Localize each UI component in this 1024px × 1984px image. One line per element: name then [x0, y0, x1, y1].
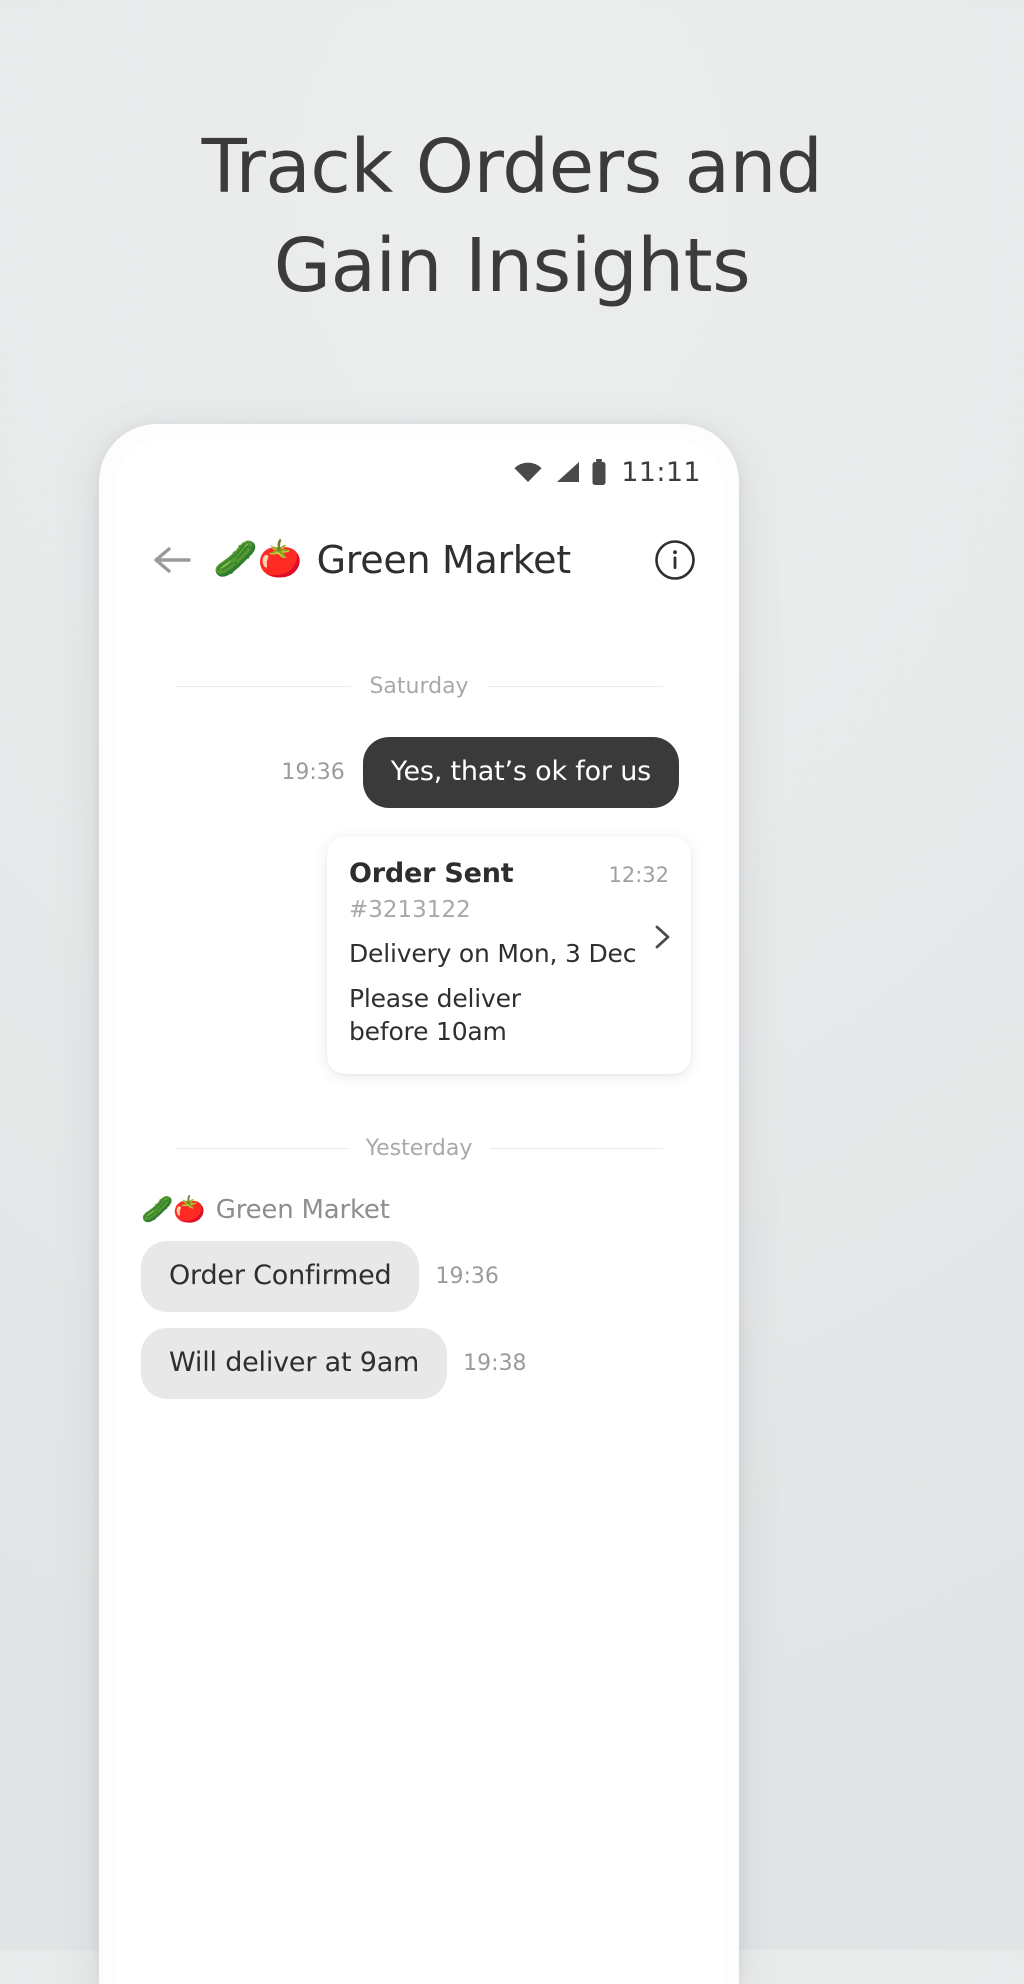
day-divider-label: Yesterday [365, 1136, 473, 1161]
phone-screen: 11:11 🥒🍅 Green Market Saturday 19:36 Yes… [115, 440, 723, 1984]
order-card[interactable]: Order Sent 12:32 #3213122 Delivery on Mo… [327, 836, 691, 1074]
message-row-incoming: Order Confirmed 19:36 [137, 1241, 701, 1312]
status-bar: 11:11 [115, 440, 723, 504]
sender-name: Green Market [215, 1195, 390, 1225]
cellular-signal-icon [554, 461, 580, 483]
order-card-container: Order Sent 12:32 #3213122 Delivery on Mo… [137, 836, 701, 1074]
message-timestamp: 19:38 [463, 1351, 527, 1376]
order-card-title: Order Sent [349, 858, 514, 889]
message-bubble-incoming[interactable]: Order Confirmed [141, 1241, 420, 1312]
sender-avatar: 🥒🍅 [141, 1195, 206, 1225]
chat-app-header: 🥒🍅 Green Market [115, 518, 723, 602]
divider-rule-left [175, 686, 352, 687]
wifi-icon [513, 461, 543, 483]
chat-avatar: 🥒🍅 [213, 539, 303, 580]
status-bar-clock: 11:11 [621, 456, 701, 488]
day-divider-label: Saturday [369, 674, 469, 699]
day-divider-saturday: Saturday [137, 674, 701, 699]
chevron-right-icon[interactable] [649, 924, 675, 950]
message-timestamp: 19:36 [435, 1264, 499, 1289]
chat-message-list[interactable]: Saturday 19:36 Yes, that’s ok for us Ord… [115, 612, 723, 1984]
divider-rule-left [175, 1148, 348, 1149]
info-icon[interactable] [653, 538, 697, 582]
promo-headline: Track Orders and Gain Insights [0, 118, 1024, 316]
headline-line-1: Track Orders and [201, 124, 823, 210]
divider-rule-right [490, 1148, 663, 1149]
back-arrow-icon[interactable] [151, 539, 193, 581]
message-sender-row: 🥒🍅 Green Market [137, 1195, 701, 1225]
message-row-outgoing: 19:36 Yes, that’s ok for us [137, 737, 701, 808]
day-divider-yesterday: Yesterday [137, 1136, 701, 1161]
order-card-header: Order Sent 12:32 [349, 858, 669, 889]
message-row-incoming: Will deliver at 9am 19:38 [137, 1328, 701, 1399]
phone-frame: 11:11 🥒🍅 Green Market Saturday 19:36 Yes… [99, 424, 739, 1984]
battery-full-icon [591, 459, 607, 485]
message-bubble-incoming[interactable]: Will deliver at 9am [141, 1328, 448, 1399]
order-card-timestamp: 12:32 [608, 863, 669, 887]
message-bubble-outgoing[interactable]: Yes, that’s ok for us [362, 737, 679, 808]
message-timestamp: 19:36 [281, 760, 345, 785]
chat-title: Green Market [316, 538, 571, 582]
headline-line-2: Gain Insights [273, 223, 751, 309]
order-card-delivery-date: Delivery on Mon, 3 Dec [349, 939, 637, 968]
divider-rule-right [486, 686, 664, 687]
order-card-note: Please deliver before 10am [349, 984, 521, 1046]
order-card-number: #3213122 [349, 897, 471, 923]
